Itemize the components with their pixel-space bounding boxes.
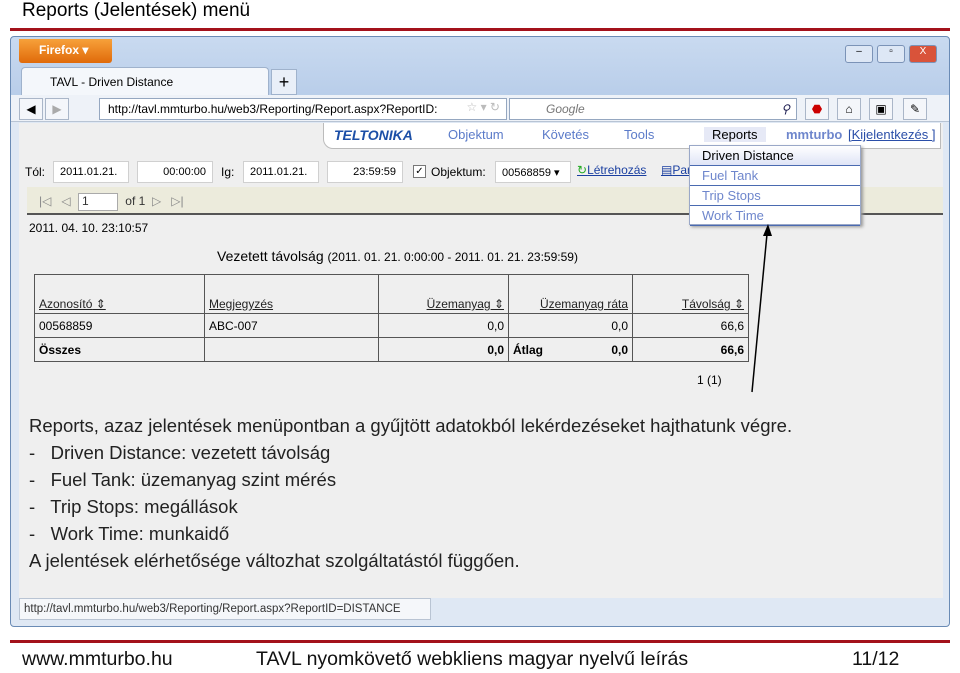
description-line: - Work Time: munkaidő: [29, 523, 230, 544]
footer-website: www.mmturbo.hu: [22, 648, 173, 670]
description-line: - Trip Stops: megállások: [29, 496, 238, 517]
description-line: A jelentések elérhetősége változhat szol…: [29, 550, 520, 571]
description-text: Reports, azaz jelentések menüpontban a g…: [29, 412, 792, 574]
footer-title: TAVL nyomkövető webkliens magyar nyelvű …: [256, 648, 689, 670]
description-line: - Fuel Tank: üzemanyag szint mérés: [29, 469, 337, 490]
description-line: Reports, azaz jelentések menüpontban a g…: [29, 415, 793, 436]
footer-divider: [10, 640, 950, 643]
description-line: - Driven Distance: vezetett távolság: [29, 442, 331, 463]
page-number: 11/12: [852, 648, 900, 670]
